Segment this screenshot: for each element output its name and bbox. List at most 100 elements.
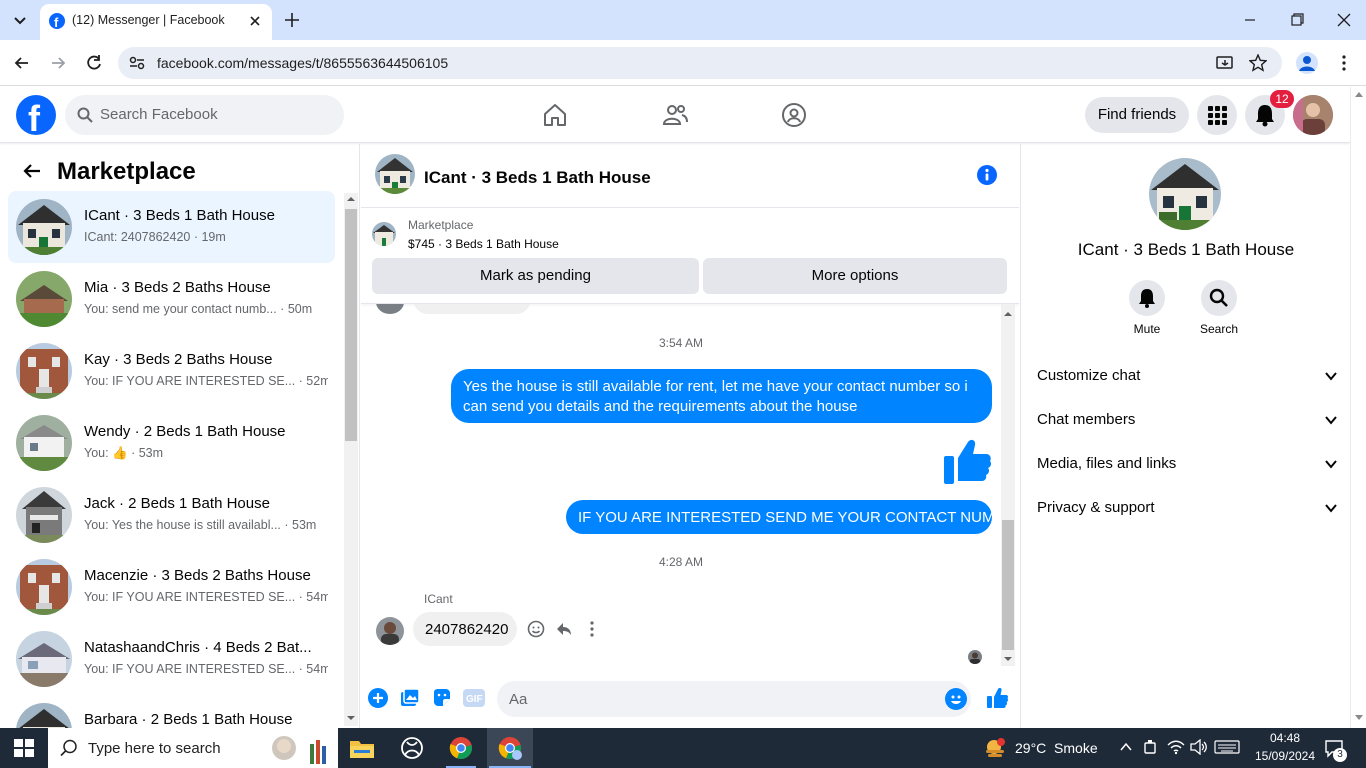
search-chat-icon[interactable] [1201,280,1237,316]
conversation-snippet: You: IF YOU ARE INTERESTED SE... · 54m [84,662,328,676]
conversation-item[interactable]: Mia · 3 Beds 2 Baths House You: send me y… [8,263,335,335]
outgoing-message[interactable]: Yes the house is still available for ren… [451,369,992,423]
listing-description[interactable]: $745 · 3 Beds 1 Bath House [408,237,559,251]
scroll-up-icon[interactable] [1003,311,1013,317]
minimize-icon[interactable] [1240,10,1260,30]
windows-start-icon[interactable] [14,739,34,757]
keyboard-icon[interactable] [1214,740,1240,754]
url-text[interactable]: facebook.com/messages/t/8655563644506105 [157,55,448,71]
chat-header-avatar[interactable] [375,154,415,194]
scroll-down-icon[interactable] [346,715,356,721]
address-bar[interactable]: facebook.com/messages/t/8655563644506105 [118,47,1282,79]
photo-icon[interactable] [400,688,420,708]
scroll-down-icon[interactable] [1355,715,1363,720]
listing-thumbnail[interactable] [372,222,396,246]
chat-title[interactable]: ICant · 3 Beds 1 Bath House [424,168,651,188]
windows-taskbar: Type here to search 29°C Smoke 04:48 15/… [0,728,1366,768]
chevron-down-icon [1325,416,1337,425]
conversation-avatar [16,487,72,543]
emoji-picker-icon[interactable] [945,688,967,710]
scrollbar-thumb[interactable] [1002,520,1014,650]
scroll-down-icon[interactable] [1003,656,1013,662]
more-options-button[interactable]: More options [703,258,1007,294]
contact-avatar[interactable] [1149,158,1221,230]
file-explorer-icon[interactable] [350,738,374,758]
privacy-support-section[interactable]: Privacy & support [1037,486,1337,530]
clock-date[interactable]: 15/09/2024 [1246,749,1324,763]
back-arrow-icon[interactable] [22,161,42,181]
add-attachment-icon[interactable] [368,688,388,708]
scroll-up-icon[interactable] [346,196,356,202]
clock-time[interactable]: 04:48 [1250,731,1320,745]
conversation-name: Barbara · 2 Beds 1 Bath House [84,711,293,728]
weather-text[interactable]: 29°C Smoke [1015,740,1098,756]
conversation-name: NatashaandChris · 4 Beds 2 Bat... [84,639,312,656]
conversation-item[interactable]: Jack · 2 Beds 1 Bath House You: Yes the h… [8,479,335,551]
profile-icon[interactable] [1296,52,1318,74]
show-hidden-icons-icon[interactable] [1120,741,1132,753]
find-friends-button[interactable]: Find friends [1085,97,1189,133]
conversation-item[interactable]: Wendy · 2 Beds 1 Bath House You: 👍 · 53m [8,407,335,479]
browser-menu-icon[interactable] [1334,53,1354,73]
home-nav-icon[interactable] [542,102,568,128]
conversation-item[interactable]: Kay · 3 Beds 2 Baths House You: IF YOU AR… [8,335,335,407]
search-label: Search [1199,322,1239,336]
scrollbar-thumb[interactable] [345,209,357,441]
site-info-icon[interactable] [128,55,146,71]
wifi-icon[interactable] [1167,739,1185,755]
groups-nav-icon[interactable] [781,102,807,128]
restore-icon[interactable] [1287,10,1307,30]
weather-smoke-icon[interactable] [984,737,1006,759]
react-emoji-icon[interactable] [527,620,545,638]
send-like-icon[interactable] [986,687,1008,709]
taskbar-search-icon [60,739,78,757]
window-close-icon[interactable] [1334,10,1354,30]
new-tab-icon[interactable] [282,10,302,30]
message-input[interactable]: Aa [497,681,971,717]
chevron-down-icon [1325,504,1337,513]
browser-tab-bar: f (12) Messenger | Facebook [0,0,1366,40]
conversation-item[interactable]: Macenzie · 3 Beds 2 Baths House You: IF Y… [8,551,335,623]
incoming-message[interactable]: 2407862420 [413,612,517,646]
sender-avatar[interactable] [376,617,404,645]
bookmark-star-icon[interactable] [1249,54,1267,72]
conversation-item[interactable]: Barbara · 2 Beds 1 Bath House [8,695,335,728]
conversation-item[interactable]: NatashaandChris · 4 Beds 2 Bat... You: IF… [8,623,335,695]
outgoing-message-caps[interactable]: IF YOU ARE INTERESTED SEND ME YOUR CONTA… [566,500,1025,534]
menu-grid-icon[interactable] [1197,95,1237,135]
friends-nav-icon[interactable] [662,102,688,128]
tab-search-dropdown-icon[interactable] [8,8,32,32]
back-icon[interactable] [12,53,32,73]
media-files-links-section[interactable]: Media, files and links [1037,442,1337,486]
timestamp: 3:54 AM [658,336,704,350]
conversation-list-scrollbar[interactable] [344,193,358,726]
taskbar-search[interactable]: Type here to search [48,728,338,768]
volume-icon[interactable] [1190,739,1208,755]
account-avatar[interactable] [1293,95,1333,135]
reply-icon[interactable] [555,620,573,638]
install-app-icon[interactable] [1216,54,1234,72]
page-scrollbar[interactable] [1350,87,1366,728]
facebook-search[interactable]: Search Facebook [65,95,344,135]
facebook-logo-icon[interactable]: f [16,95,56,135]
more-actions-icon[interactable] [583,620,601,638]
chat-scrollbar[interactable] [1001,304,1015,666]
reload-icon[interactable] [84,53,104,73]
battery-icon[interactable] [1142,739,1160,755]
customize-chat-section[interactable]: Customize chat [1037,354,1337,398]
thumbs-up-sticker-icon[interactable] [942,436,992,486]
info-icon[interactable] [977,165,997,185]
chrome-profile-taskbar-button[interactable] [487,728,533,768]
forward-icon[interactable] [48,53,68,73]
tab-close-icon[interactable] [246,12,264,30]
browser-tab-active[interactable]: f (12) Messenger | Facebook [40,4,272,40]
mute-bell-icon[interactable] [1129,280,1165,316]
scroll-up-icon[interactable] [1355,92,1363,97]
gif-icon[interactable]: GIF [463,689,485,707]
conversation-item[interactable]: ICant · 3 Beds 1 Bath House ICant: 240786… [8,191,335,263]
xbox-icon[interactable] [400,737,424,759]
chat-members-section[interactable]: Chat members [1037,398,1337,442]
sticker-icon[interactable] [432,688,452,708]
chrome-icon[interactable] [449,736,473,760]
mark-as-pending-button[interactable]: Mark as pending [372,258,699,294]
